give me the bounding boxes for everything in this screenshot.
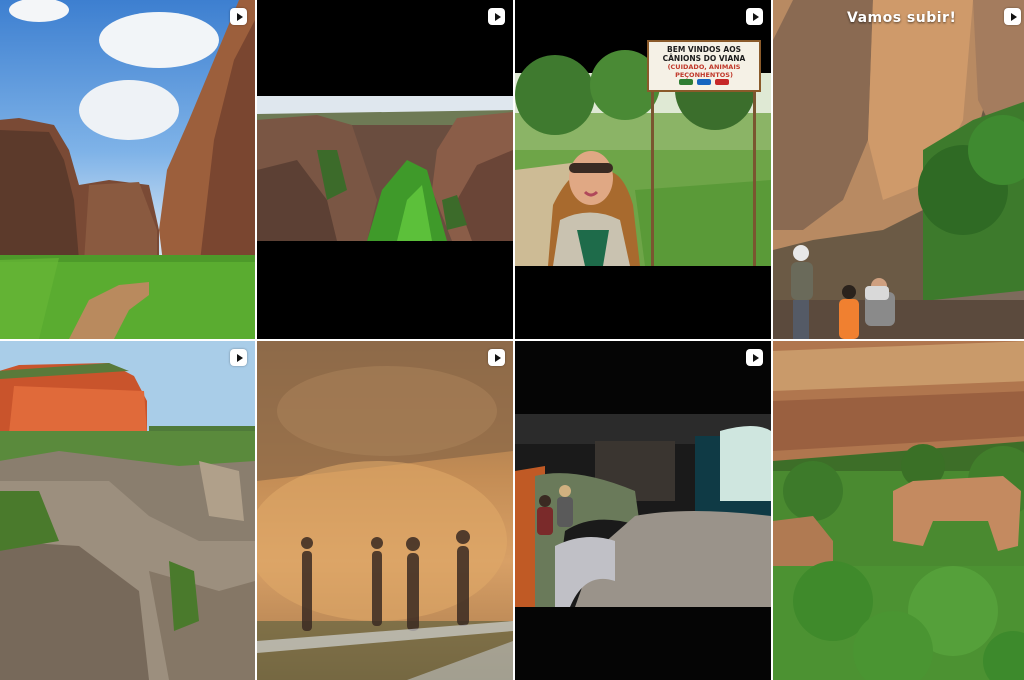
sponsor-logos — [649, 79, 759, 87]
video-caption: Vamos subir! — [847, 10, 957, 26]
grid-tile[interactable] — [0, 0, 255, 339]
play-video-icon — [488, 8, 505, 25]
tile-image — [257, 96, 513, 241]
grid-tile[interactable]: BEM VINDOS AOS CÂNIONS DO VIANA (CUIDADO… — [515, 0, 771, 339]
play-video-icon — [746, 349, 763, 366]
tile-image — [773, 0, 1024, 339]
welcome-sign: BEM VINDOS AOS CÂNIONS DO VIANA (CUIDADO… — [647, 40, 761, 92]
play-video-icon — [488, 349, 505, 366]
play-video-icon — [230, 8, 247, 25]
media-grid: BEM VINDOS AOS CÂNIONS DO VIANA (CUIDADO… — [0, 0, 1024, 680]
play-video-icon — [230, 349, 247, 366]
grid-tile[interactable] — [0, 341, 255, 680]
tile-image — [773, 341, 1024, 680]
play-video-icon — [746, 8, 763, 25]
play-video-icon — [1004, 8, 1021, 25]
tile-image — [257, 341, 513, 680]
grid-tile[interactable] — [773, 341, 1024, 680]
grid-tile[interactable] — [515, 341, 771, 680]
grid-tile[interactable] — [257, 341, 513, 680]
tile-image — [0, 341, 255, 680]
tile-image — [515, 414, 771, 607]
grid-tile[interactable] — [257, 0, 513, 339]
grid-tile[interactable]: Vamos subir! — [773, 0, 1024, 339]
tile-image — [0, 0, 255, 339]
